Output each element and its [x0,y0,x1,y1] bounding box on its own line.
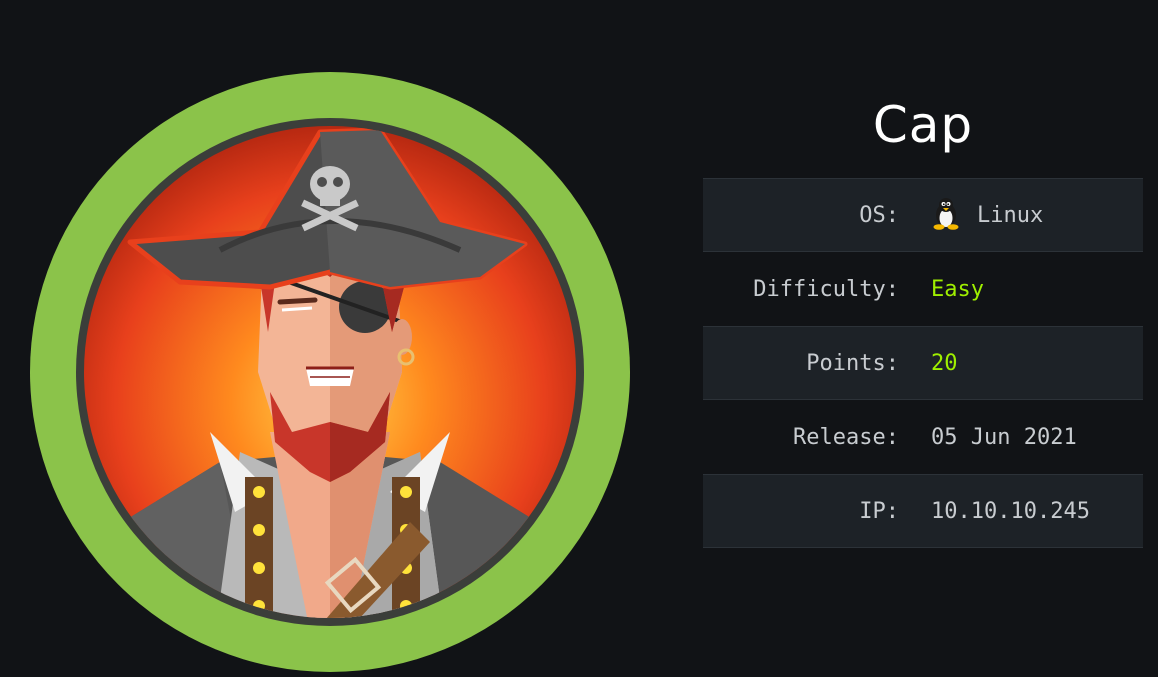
release-label: Release: [793,424,899,450]
os-label: OS: [859,202,899,228]
info-row-ip: IP: 10.10.10.245 [703,474,1143,548]
machine-title: Cap [872,96,974,154]
ip-label: IP: [859,498,899,524]
os-value: Linux [977,202,1044,228]
machine-avatar [30,72,630,672]
info-row-os: OS: Linux [703,178,1143,252]
ip-value: 10.10.10.245 [931,498,1090,524]
difficulty-label: Difficulty: [753,276,899,302]
info-row-difficulty: Difficulty: Easy [703,252,1143,326]
points-value: 20 [931,350,958,376]
machine-info-table: OS: Linux Difficulty: Easy Points: 20 Re… [703,178,1143,548]
info-row-release: Release: 05 Jun 2021 [703,400,1143,474]
linux-icon [933,198,959,230]
difficulty-value: Easy [931,276,984,302]
os-value-wrap: Linux [931,198,1044,230]
release-value: 05 Jun 2021 [931,424,1077,450]
points-label: Points: [806,350,899,376]
info-row-points: Points: 20 [703,326,1143,400]
